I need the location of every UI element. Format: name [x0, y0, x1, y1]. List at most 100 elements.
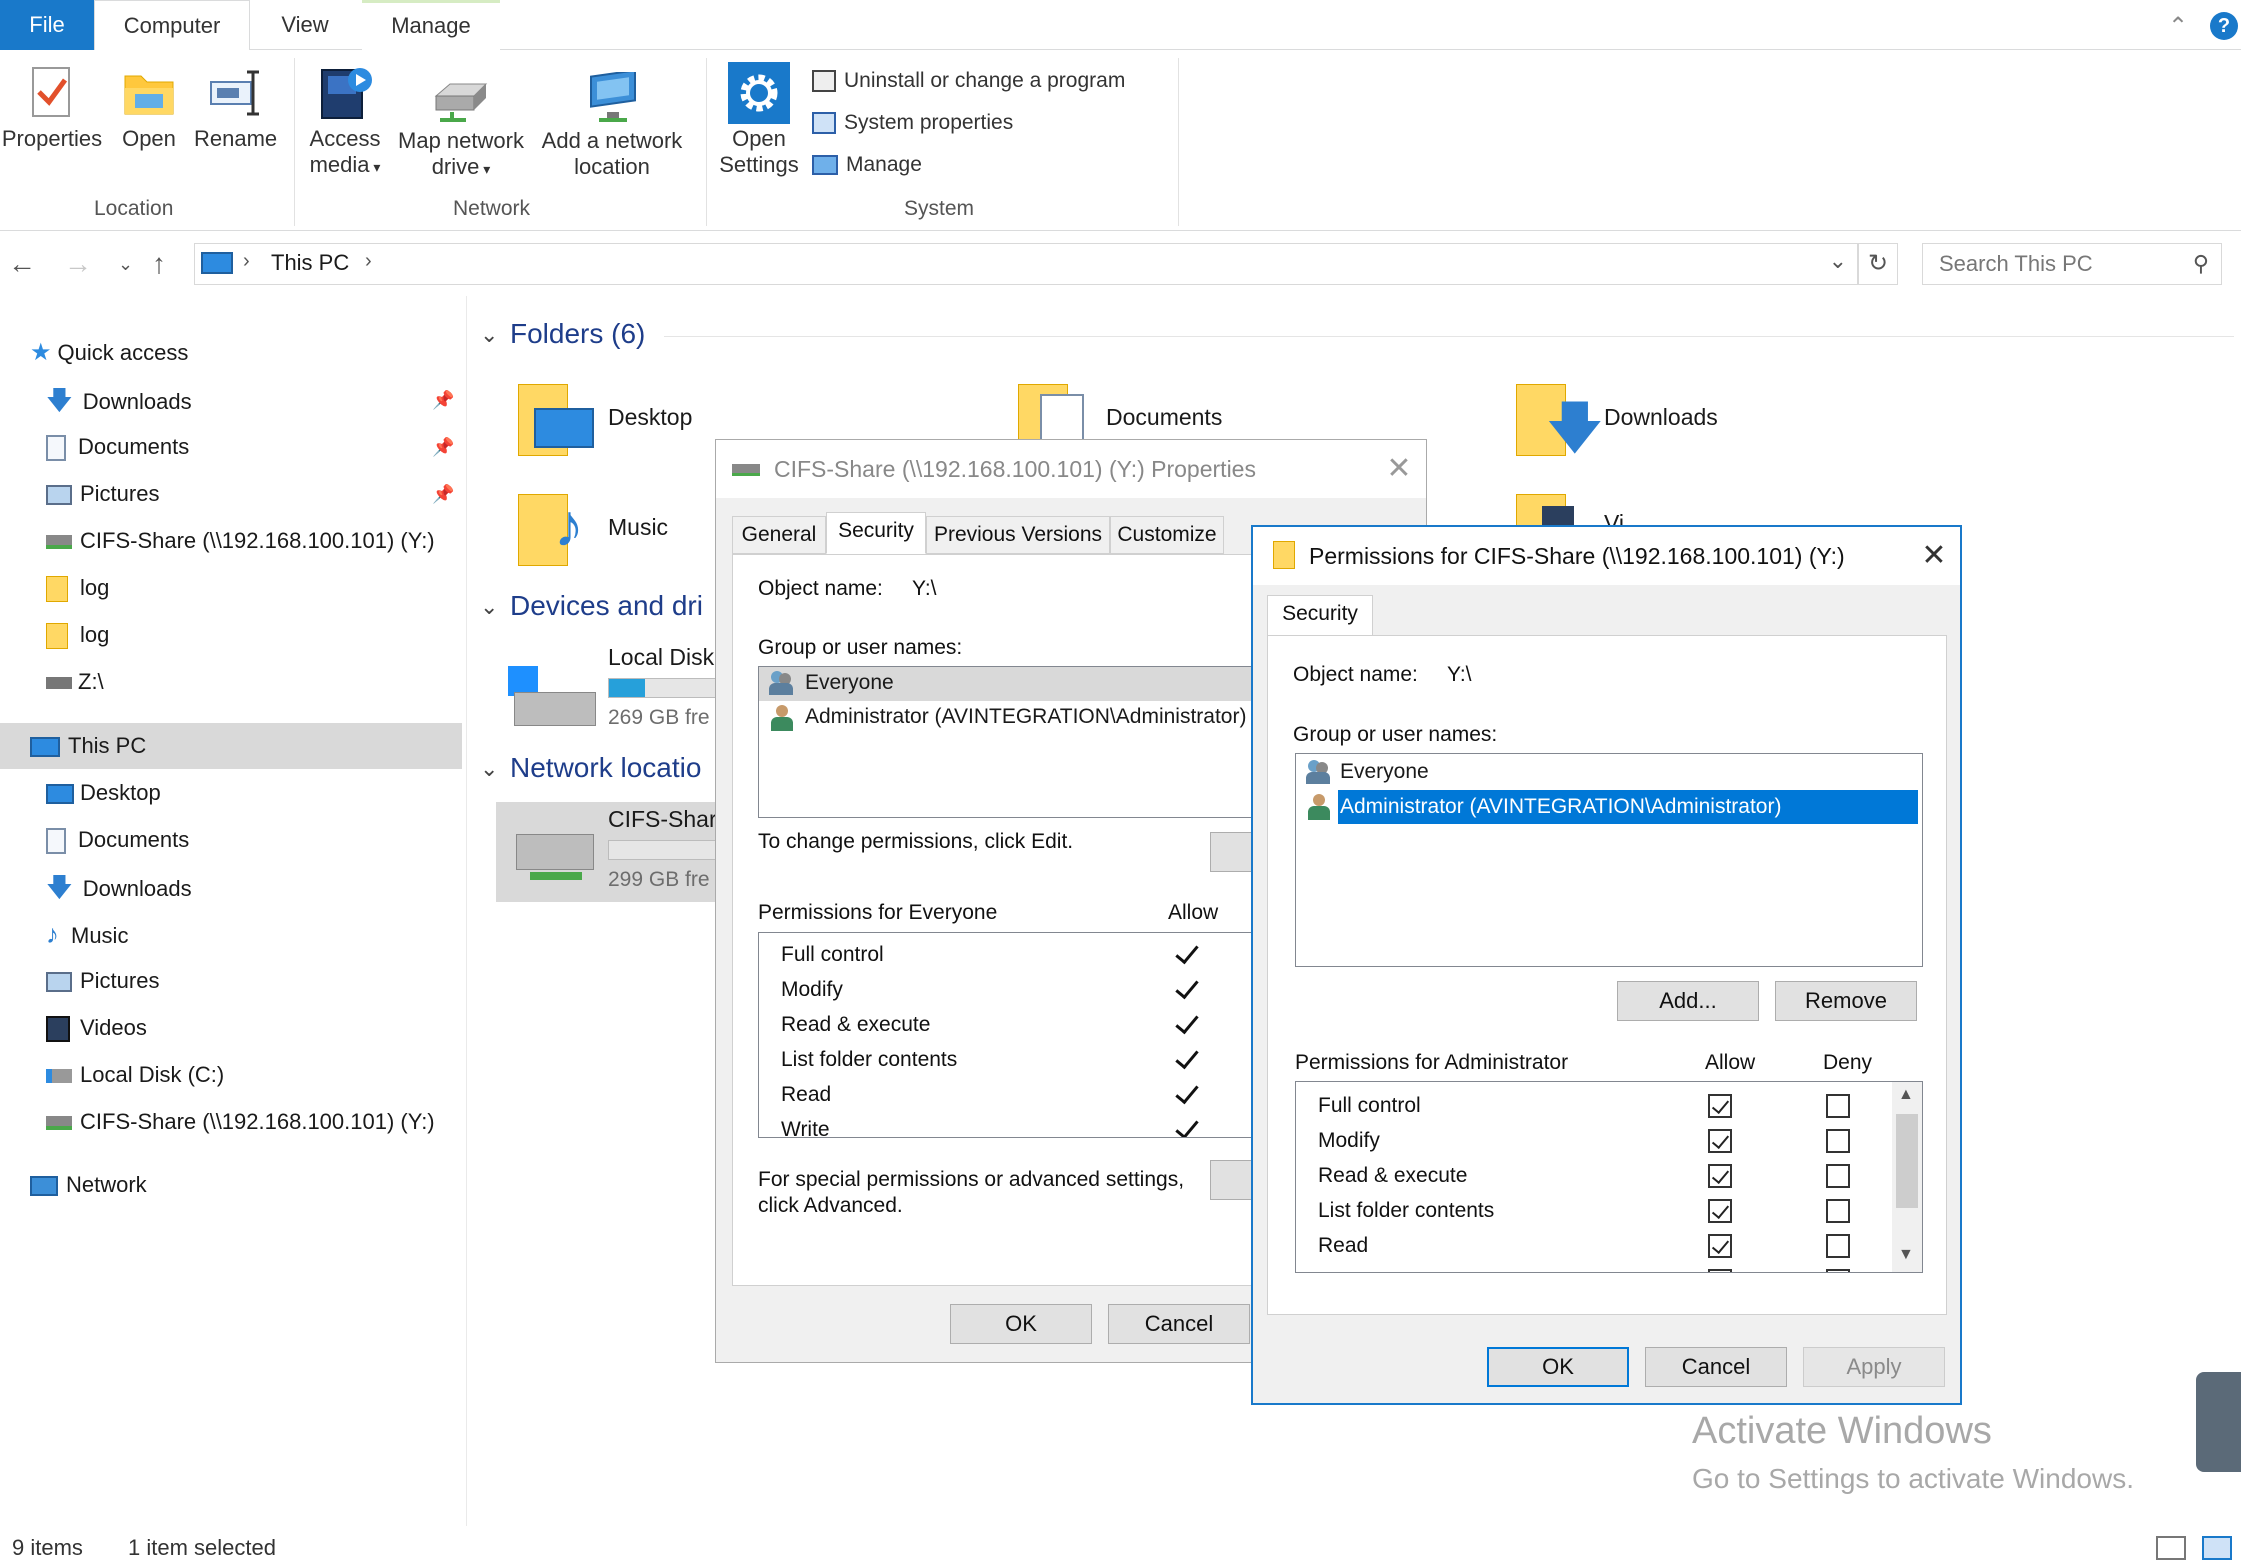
folders-section-header[interactable]: Folders (6) — [510, 318, 645, 350]
tab-file[interactable]: File — [0, 0, 94, 50]
search-input[interactable]: Search This PC ⚲ — [1922, 243, 2222, 285]
allow-checkbox[interactable] — [1708, 1269, 1732, 1272]
remove-button[interactable]: Remove — [1775, 981, 1917, 1021]
nav-item-log[interactable]: log — [46, 565, 460, 611]
nav-item-cifs-share[interactable]: CIFS-Share (\\192.168.100.101) (Y:) — [46, 518, 460, 564]
address-dropdown-icon[interactable]: ⌄ — [1829, 248, 1847, 274]
collapse-devices-icon[interactable]: ⌄ — [480, 594, 498, 620]
nav-item-documents[interactable]: Documents — [46, 817, 460, 863]
nav-item-pictures[interactable]: Pictures 📌 — [46, 471, 460, 517]
nav-item-documents[interactable]: Documents 📌 — [46, 424, 460, 470]
refresh-icon[interactable]: ↻ — [1858, 243, 1898, 285]
allow-checkbox[interactable] — [1708, 1234, 1732, 1258]
deny-checkbox[interactable] — [1826, 1094, 1850, 1118]
nav-item-z-drive[interactable]: Z:\ — [46, 659, 460, 705]
devices-section-header[interactable]: Devices and dri — [510, 590, 703, 622]
user-list-item-selected[interactable]: Administrator (AVINTEGRATION\Administrat… — [1296, 790, 1922, 824]
apply-button[interactable]: Apply — [1803, 1347, 1945, 1387]
uninstall-program-button[interactable]: Uninstall or change a program — [812, 66, 1125, 96]
ok-button[interactable]: OK — [950, 1304, 1092, 1344]
open-button[interactable]: Open — [112, 66, 186, 152]
rename-button[interactable]: Rename — [194, 66, 277, 152]
allow-checkbox[interactable] — [1708, 1094, 1732, 1118]
forward-icon[interactable]: → — [64, 248, 92, 280]
details-view-icon[interactable] — [2156, 1536, 2186, 1560]
manage-icon — [812, 155, 838, 176]
tab-general[interactable]: General — [732, 516, 826, 554]
back-icon[interactable]: ← — [8, 248, 36, 280]
nav-network[interactable]: Network — [30, 1162, 460, 1208]
network-section-header[interactable]: Network locatio — [510, 752, 701, 784]
recent-locations-icon[interactable]: ⌄ — [118, 254, 133, 275]
tab-security[interactable]: Security — [1267, 595, 1373, 637]
system-properties-button[interactable]: System properties — [812, 108, 1013, 138]
tab-customize[interactable]: Customize — [1110, 516, 1224, 554]
nav-this-pc[interactable]: This PC — [0, 723, 462, 769]
breadcrumb-this-pc[interactable]: This PC — [271, 250, 349, 276]
folder-tile-documents[interactable]: Documents — [1106, 404, 1222, 431]
close-icon[interactable]: ✕ — [1370, 440, 1428, 498]
nav-item-cifs-share[interactable]: CIFS-Share (\\192.168.100.101) (Y:) — [46, 1099, 460, 1145]
nav-item-videos[interactable]: Videos — [46, 1005, 460, 1051]
allow-checkbox[interactable] — [1708, 1164, 1732, 1188]
tab-security[interactable]: Security — [826, 512, 926, 554]
permissions-dialog-title: Permissions for CIFS-Share (\\192.168.10… — [1309, 543, 1845, 569]
group-user-label: Group or user names: — [758, 636, 963, 659]
folder-tile-desktop[interactable]: Desktop — [608, 404, 692, 431]
add-network-location-button[interactable]: Add a network location — [536, 72, 688, 180]
desktop-icon — [46, 784, 74, 805]
scroll-up-icon[interactable]: ▲ — [1898, 1086, 1914, 1104]
deny-checkbox[interactable] — [1826, 1269, 1850, 1272]
tab-view[interactable]: View — [250, 0, 360, 50]
collapse-network-icon[interactable]: ⌄ — [480, 756, 498, 782]
manage-button[interactable]: Manage — [812, 150, 922, 180]
folder-tile-downloads[interactable]: Downloads — [1604, 404, 1718, 431]
user-list-item[interactable]: Everyone — [1296, 756, 1922, 790]
pin-icon[interactable]: 📌 — [432, 424, 454, 470]
scroll-down-icon[interactable]: ▼ — [1898, 1246, 1914, 1264]
cancel-button[interactable]: Cancel — [1108, 1304, 1250, 1344]
tab-manage[interactable]: Manage — [362, 0, 500, 50]
allow-checkbox[interactable] — [1708, 1199, 1732, 1223]
drive-tile-cifs-share[interactable]: CIFS-Share — [608, 806, 729, 833]
map-network-drive-button[interactable]: Map network drive ▾ — [392, 72, 530, 182]
folder-tile-music[interactable]: Music — [608, 514, 668, 541]
deny-checkbox[interactable] — [1826, 1164, 1850, 1188]
collapse-folders-icon[interactable]: ⌄ — [480, 322, 498, 348]
allow-checkbox[interactable] — [1708, 1129, 1732, 1153]
pin-icon[interactable]: 📌 — [432, 471, 454, 517]
nav-item-pictures[interactable]: Pictures — [46, 958, 460, 1004]
allow-header: Allow — [1705, 1051, 1756, 1074]
nav-item-label: CIFS-Share (\\192.168.100.101) (Y:) — [80, 1109, 435, 1134]
up-icon[interactable]: ↑ — [152, 248, 166, 280]
properties-button[interactable]: Properties — [0, 66, 104, 152]
open-settings-button[interactable]: Open Settings — [712, 62, 806, 178]
tab-previous-versions[interactable]: Previous Versions — [926, 516, 1110, 554]
nav-item-local-disk[interactable]: Local Disk (C:) — [46, 1052, 460, 1098]
pin-icon[interactable]: 📌 — [432, 377, 454, 423]
access-media-button[interactable]: Access media ▾ — [300, 62, 390, 180]
nav-item-log[interactable]: log — [46, 612, 460, 658]
collapse-ribbon-icon[interactable]: ⌃ — [2168, 12, 2188, 41]
nav-quick-access[interactable]: ★ Quick access — [30, 330, 460, 376]
large-icons-view-icon[interactable] — [2202, 1536, 2232, 1560]
permissions-scrollbar[interactable]: ▲ ▼ — [1892, 1082, 1922, 1272]
deny-checkbox[interactable] — [1826, 1234, 1850, 1258]
scroll-thumb[interactable] — [1896, 1114, 1918, 1208]
drive-tile-local-disk[interactable]: Local Disk — [608, 644, 714, 671]
open-settings-label-1: Open — [732, 126, 786, 151]
deny-checkbox[interactable] — [1826, 1129, 1850, 1153]
nav-item-desktop[interactable]: Desktop — [46, 770, 460, 816]
address-bar[interactable]: › This PC › ⌄ — [194, 243, 1858, 285]
help-icon[interactable]: ? — [2210, 12, 2238, 40]
nav-item-music[interactable]: ♪ Music — [46, 911, 460, 957]
tab-computer[interactable]: Computer — [94, 0, 250, 51]
ok-button[interactable]: OK — [1487, 1347, 1629, 1387]
add-button[interactable]: Add... — [1617, 981, 1759, 1021]
nav-item-downloads[interactable]: 🡇 Downloads 📌 — [46, 377, 460, 423]
side-widget-icon[interactable] — [2196, 1372, 2241, 1472]
deny-checkbox[interactable] — [1826, 1199, 1850, 1223]
cancel-button[interactable]: Cancel — [1645, 1347, 1787, 1387]
close-icon[interactable]: ✕ — [1905, 527, 1963, 585]
nav-item-downloads[interactable]: 🡇 Downloads — [46, 864, 460, 910]
